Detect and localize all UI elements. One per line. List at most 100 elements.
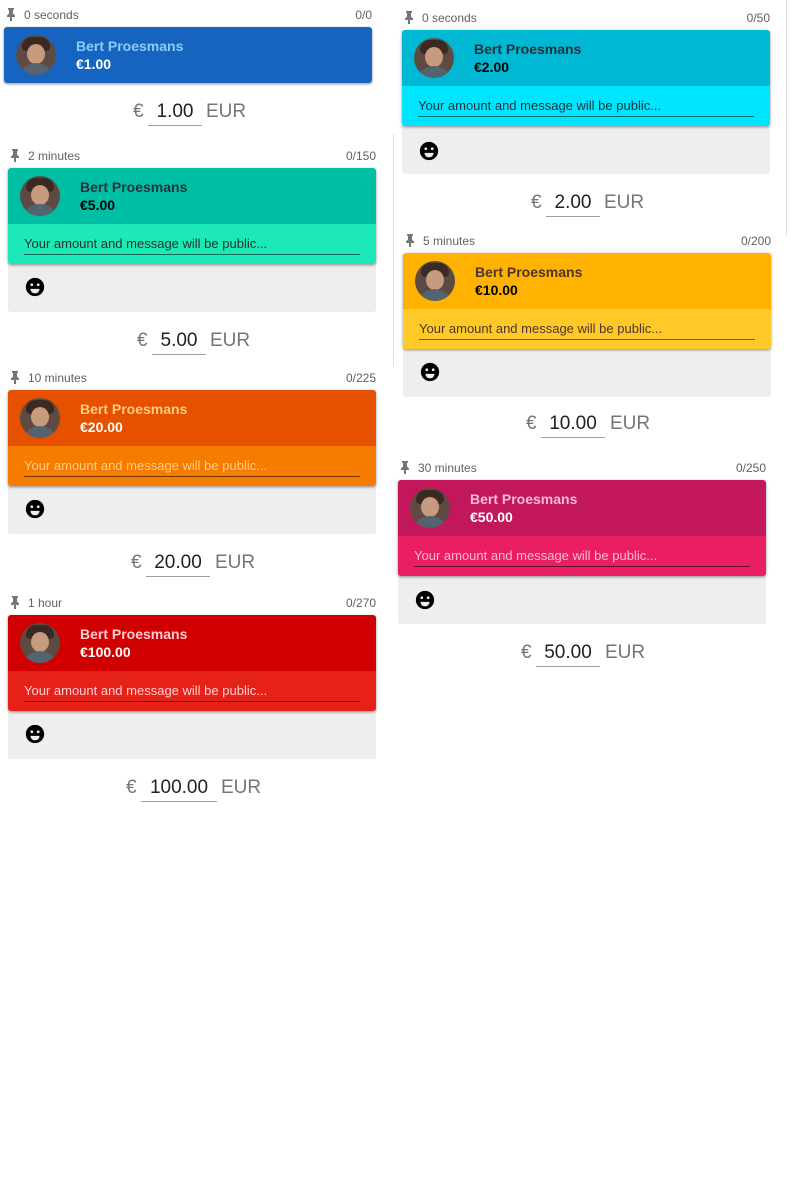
- message-input[interactable]: [24, 232, 360, 255]
- tier-meta: 30 minutes 0/250: [398, 460, 766, 476]
- message-bar: [402, 86, 770, 126]
- pin-icon: [405, 11, 413, 24]
- paid-amount: €100.00: [80, 644, 131, 660]
- paid-amount: €10.00: [475, 282, 518, 298]
- author-name: Bert Proesmans: [474, 41, 582, 57]
- avatar: [16, 35, 56, 75]
- tier-meta: 0 seconds 0/50: [402, 10, 770, 26]
- avatar: [414, 38, 454, 78]
- amount-input[interactable]: [146, 552, 210, 577]
- author-name: Bert Proesmans: [475, 264, 583, 280]
- card-header: Bert Proesmans €2.00: [402, 30, 770, 86]
- message-input[interactable]: [24, 454, 360, 477]
- smiley-icon[interactable]: [24, 276, 46, 298]
- superchat-card: Bert Proesmans €2.00: [402, 30, 770, 126]
- card-header: Bert Proesmans €1.00: [4, 27, 372, 83]
- tier-char-count: 0/150: [345, 149, 376, 163]
- amount-input[interactable]: [152, 330, 206, 355]
- paid-amount: €1.00: [76, 56, 112, 72]
- currency-code: EUR: [206, 101, 247, 122]
- author-name: Bert Proesmans: [80, 626, 188, 642]
- message-input[interactable]: [418, 94, 754, 117]
- tier-5: 2 minutes 0/150 Bert Proesmans €5.00 € E…: [8, 148, 376, 358]
- tier-meta: 2 minutes 0/150: [8, 148, 376, 164]
- amount-input[interactable]: [536, 642, 600, 667]
- tier-20: 10 minutes 0/225 Bert Proesmans €20.00 €…: [8, 370, 376, 580]
- currency-symbol: €: [131, 552, 142, 573]
- message-bar: [398, 536, 766, 576]
- paid-amount: €2.00: [474, 59, 510, 75]
- author-name: Bert Proesmans: [470, 491, 578, 507]
- tier-duration: 1 hour: [28, 596, 63, 610]
- amount-row: € EUR: [8, 775, 376, 803]
- card-header: Bert Proesmans €100.00: [8, 615, 376, 671]
- tier-char-count: 0/200: [740, 234, 771, 248]
- tier-duration: 0 seconds: [422, 11, 477, 25]
- paid-amount: €5.00: [80, 197, 116, 213]
- amount-row: € EUR: [402, 190, 770, 218]
- currency-code: EUR: [221, 777, 262, 798]
- card-header: Bert Proesmans €5.00: [8, 168, 376, 224]
- emoji-panel: [8, 260, 376, 312]
- amount-row: € EUR: [4, 99, 372, 127]
- tier-char-count: 0/250: [735, 461, 766, 475]
- tier-duration: 30 minutes: [418, 461, 477, 475]
- amount-row: € EUR: [8, 550, 376, 578]
- emoji-panel: [403, 345, 771, 397]
- amount-row: € EUR: [8, 328, 376, 356]
- tier-duration: 2 minutes: [28, 149, 81, 163]
- tier-duration: 0 seconds: [24, 8, 79, 22]
- message-bar: [8, 671, 376, 711]
- smiley-icon[interactable]: [418, 140, 440, 162]
- message-bar: [8, 446, 376, 486]
- author-name: Bert Proesmans: [76, 38, 184, 54]
- card-header: Bert Proesmans €50.00: [398, 480, 766, 536]
- currency-code: EUR: [210, 330, 251, 351]
- emoji-panel: [8, 482, 376, 534]
- superchat-card: Bert Proesmans €50.00: [398, 480, 766, 576]
- pin-icon: [7, 8, 15, 21]
- tier-2: 0 seconds 0/50 Bert Proesmans €2.00 € EU…: [402, 10, 770, 220]
- tier-10: 5 minutes 0/200 Bert Proesmans €10.00 € …: [403, 233, 771, 443]
- smiley-icon[interactable]: [419, 361, 441, 383]
- message-input[interactable]: [419, 317, 755, 340]
- smiley-icon[interactable]: [414, 589, 436, 611]
- tier-duration: 10 minutes: [28, 371, 87, 385]
- pin-icon: [11, 149, 19, 162]
- amount-input[interactable]: [546, 192, 600, 217]
- emoji-panel: [402, 122, 770, 174]
- amount-input[interactable]: [148, 101, 202, 126]
- emoji-panel: [398, 572, 766, 624]
- amount-input[interactable]: [141, 777, 217, 802]
- superchat-card: Bert Proesmans €10.00: [403, 253, 771, 349]
- avatar: [20, 623, 60, 663]
- avatar: [415, 261, 455, 301]
- superchat-card: Bert Proesmans €5.00: [8, 168, 376, 264]
- amount-input[interactable]: [541, 413, 605, 438]
- smiley-icon[interactable]: [24, 498, 46, 520]
- emoji-panel: [8, 707, 376, 759]
- currency-symbol: €: [521, 642, 532, 663]
- card-header: Bert Proesmans €20.00: [8, 390, 376, 446]
- message-input[interactable]: [24, 679, 360, 702]
- tier-char-count: 0/50: [746, 11, 770, 25]
- card-header: Bert Proesmans €10.00: [403, 253, 771, 309]
- tier-char-count: 0/270: [345, 596, 376, 610]
- currency-code: EUR: [604, 192, 645, 213]
- currency-code: EUR: [215, 552, 256, 573]
- message-input[interactable]: [414, 544, 750, 567]
- tier-char-count: 0/225: [345, 371, 376, 385]
- author-name: Bert Proesmans: [80, 401, 188, 417]
- avatar: [410, 488, 450, 528]
- pin-icon: [11, 371, 19, 384]
- tier-meta: 0 seconds 0/0: [4, 7, 372, 23]
- currency-code: EUR: [610, 413, 651, 434]
- tier-50: 30 minutes 0/250 Bert Proesmans €50.00 €…: [398, 460, 766, 670]
- avatar: [20, 398, 60, 438]
- smiley-icon[interactable]: [24, 723, 46, 745]
- message-bar: [8, 224, 376, 264]
- tier-char-count: 0/0: [355, 8, 372, 22]
- tier-duration: 5 minutes: [423, 234, 476, 248]
- paid-amount: €50.00: [470, 509, 513, 525]
- superchat-card: Bert Proesmans €20.00: [8, 390, 376, 486]
